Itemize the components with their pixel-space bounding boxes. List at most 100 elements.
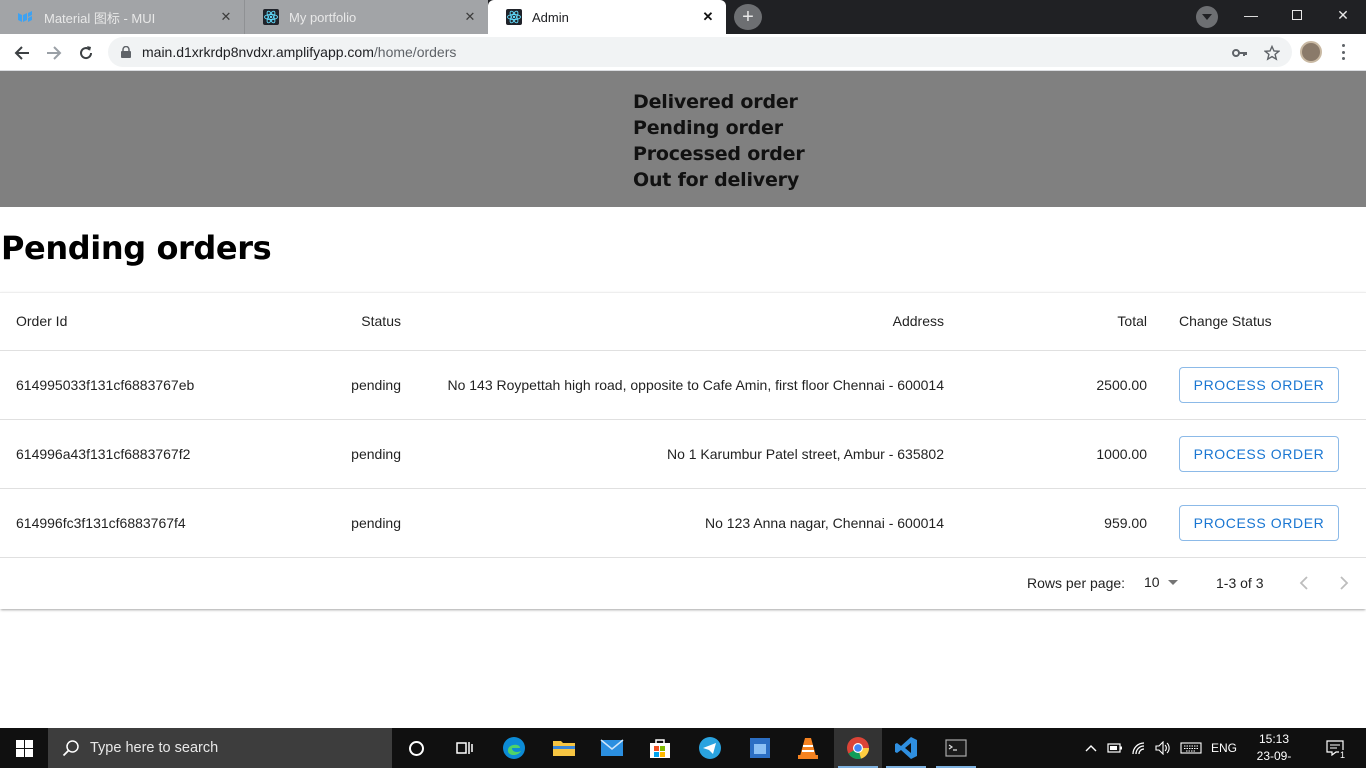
status-cell: pending (286, 350, 417, 420)
close-icon[interactable]: ✕ (700, 9, 716, 25)
notification-badge: 1 (1339, 750, 1347, 760)
vscode-icon (895, 737, 917, 759)
network-status[interactable] (1128, 728, 1150, 768)
table-row: 614996a43f131cf6883767f2 pending No 1 Ka… (0, 419, 1366, 489)
tab-my-portfolio[interactable]: My portfolio ✕ (244, 0, 488, 34)
chevron-left-icon (1299, 576, 1308, 590)
close-icon: ✕ (1337, 6, 1349, 23)
process-order-button[interactable]: PROCESS ORDER (1179, 366, 1339, 403)
back-button[interactable] (8, 39, 36, 67)
table-row: 614996fc3f131cf6883767f4 pending No 123 … (0, 488, 1366, 558)
task-view-button[interactable] (440, 728, 488, 768)
forward-button[interactable] (40, 39, 68, 67)
vscode-app[interactable] (882, 728, 930, 768)
minimize-icon: — (1244, 7, 1258, 23)
react-logo-icon (506, 9, 522, 25)
nav-link-label[interactable]: Out for delivery (633, 169, 799, 191)
close-icon[interactable]: ✕ (218, 9, 234, 25)
cortana-button[interactable] (392, 728, 440, 768)
volume-control[interactable] (1152, 728, 1174, 768)
nav-link-label[interactable]: Delivered order (633, 91, 798, 113)
vlc-cone-icon (798, 738, 818, 759)
file-explorer-app[interactable] (540, 728, 588, 768)
store-app[interactable] (636, 728, 684, 768)
nav-link-label[interactable]: Processed order (633, 143, 805, 165)
orders-table: Order Id Status Address Total Change Sta… (0, 293, 1366, 558)
bookmark-star-icon[interactable] (1262, 43, 1282, 63)
maximize-button[interactable] (1274, 0, 1320, 30)
action-center-button[interactable]: 1 (1320, 728, 1350, 768)
restore-icon (1292, 10, 1302, 20)
edge-icon (503, 737, 525, 759)
tab-title: Material 图标 - MUI (44, 10, 156, 26)
total-cell: 2500.00 (960, 350, 1163, 420)
chrome-app[interactable] (834, 728, 882, 768)
rows-per-page-select[interactable]: 10 (1144, 574, 1178, 590)
pagination-range: 1-3 of 3 (1216, 575, 1264, 591)
system-clock[interactable]: 15:13 23-09-2021 (1244, 731, 1304, 782)
plus-icon: + (742, 5, 754, 28)
store-icon (650, 739, 670, 758)
tab-material-icons[interactable]: Material 图标 - MUI ✕ (0, 0, 244, 34)
browser-menu-icon[interactable] (1336, 42, 1350, 62)
react-logo-icon (263, 9, 279, 25)
rows-per-page-value: 10 (1144, 574, 1160, 590)
previous-page-button[interactable] (1292, 571, 1316, 595)
address-cell: No 143 Roypettah high road, opposite to … (417, 350, 960, 420)
input-language[interactable]: ENG (1210, 728, 1238, 768)
touch-keyboard-button[interactable] (1178, 728, 1204, 768)
telegram-app[interactable] (686, 728, 734, 768)
reload-button[interactable] (72, 39, 100, 67)
orders-table-container: Order Id Status Address Total Change Sta… (0, 292, 1366, 609)
battery-icon (1107, 743, 1122, 753)
profile-avatar[interactable] (1300, 41, 1322, 63)
app-launcher[interactable] (736, 728, 784, 768)
windows-taskbar: Type here to search ENG 15:13 23-09-2021… (0, 728, 1366, 780)
taskbar-search-box[interactable]: Type here to search (48, 728, 392, 768)
action-cell: PROCESS ORDER (1163, 419, 1366, 489)
order-id-cell: 614996a43f131cf6883767f2 (0, 419, 286, 489)
close-window-button[interactable]: ✕ (1320, 0, 1366, 30)
vlc-app[interactable] (784, 728, 832, 768)
chrome-icon (847, 737, 869, 760)
address-bar[interactable]: main.d1xrkrdp8nvdxr.amplifyapp.com/home/… (108, 37, 1292, 67)
page-title: Pending orders (1, 229, 272, 267)
show-hidden-icons[interactable] (1082, 728, 1100, 768)
nav-link-label[interactable]: Pending order (633, 117, 783, 139)
process-order-button[interactable]: PROCESS ORDER (1179, 504, 1339, 541)
tab-title: My portfolio (289, 9, 357, 25)
minimize-button[interactable]: — (1228, 0, 1274, 30)
url-host: main.d1xrkrdp8nvdxr.amplifyapp.com (142, 44, 374, 60)
total-cell: 1000.00 (960, 419, 1163, 489)
mail-app[interactable] (588, 728, 636, 768)
battery-status[interactable] (1104, 728, 1126, 768)
search-placeholder: Type here to search (90, 740, 219, 756)
new-tab-button[interactable]: + (734, 4, 762, 30)
nav-item-out-for-delivery[interactable]: Out for delivery (633, 167, 805, 193)
tab-search-button[interactable] (1196, 6, 1218, 28)
start-button[interactable] (0, 728, 48, 768)
chevron-down-icon (1202, 14, 1212, 20)
process-order-button[interactable]: PROCESS ORDER (1179, 435, 1339, 472)
clock-time: 15:13 (1258, 732, 1290, 746)
folder-icon (553, 741, 575, 756)
close-icon[interactable]: ✕ (462, 9, 478, 25)
next-page-button[interactable] (1332, 571, 1356, 595)
key-icon[interactable] (1230, 43, 1250, 63)
search-icon (62, 740, 79, 757)
orders-nav: Delivered order Pending order Processed … (633, 89, 805, 193)
browser-toolbar: main.d1xrkrdp8nvdxr.amplifyapp.com/home/… (0, 34, 1366, 71)
dropdown-arrow-icon (1167, 579, 1178, 585)
terminal-app[interactable] (932, 728, 980, 768)
total-cell: 959.00 (960, 488, 1163, 558)
action-cell: PROCESS ORDER (1163, 488, 1366, 558)
task-view-icon (456, 742, 473, 754)
status-cell: pending (286, 488, 417, 558)
browser-tab-strip: Material 图标 - MUI ✕ My portfolio ✕ Admin… (0, 0, 1366, 34)
lock-icon (118, 46, 134, 58)
nav-item-processed[interactable]: Processed order (633, 141, 805, 167)
tab-admin[interactable]: Admin ✕ (488, 0, 726, 34)
nav-item-delivered[interactable]: Delivered order (633, 89, 805, 115)
edge-app[interactable] (490, 728, 538, 768)
nav-item-pending[interactable]: Pending order (633, 115, 805, 141)
